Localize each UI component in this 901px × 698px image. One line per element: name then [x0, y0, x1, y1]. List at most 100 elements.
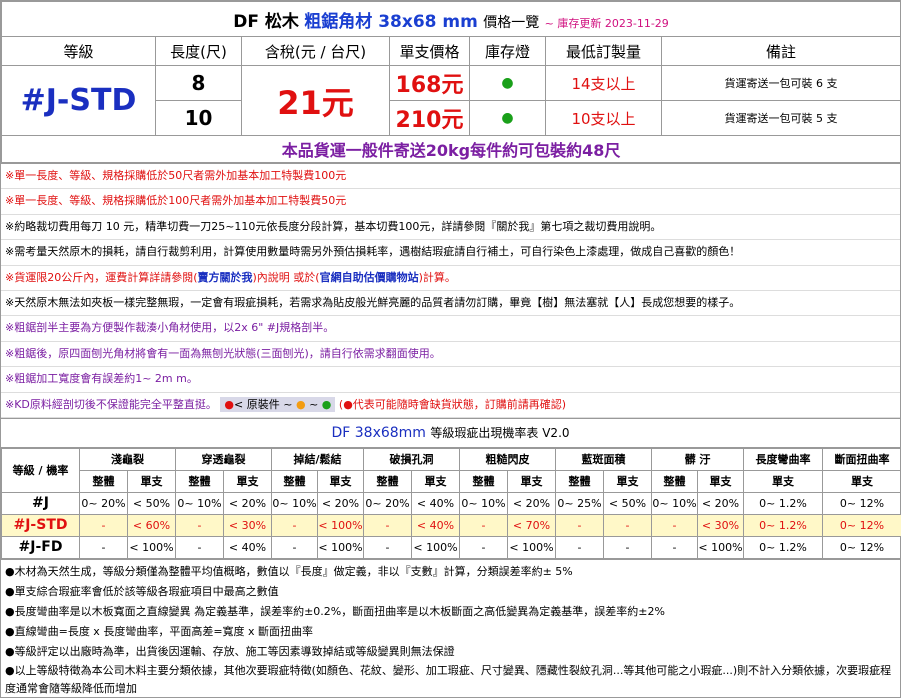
note-item: ※粗鋸剖半主要為方便製作裁湊小角材使用，以2x 6" #J規格剖半。 [1, 316, 900, 342]
stock-indicator-icon: ● [469, 100, 546, 136]
note-item: ※單一長度、等級、規格採購低於50尺者需外加基本加工特製費100元 [1, 164, 900, 190]
sub-header: 單支 [697, 469, 744, 493]
sub-header: 整體 [271, 469, 318, 493]
note-item: ※KD原料經剖切後不保證能完全平整直挺。 ●< 原裝件 ~ ● ~ ● (●代表… [1, 393, 900, 418]
header-length: 長度(尺) [155, 36, 242, 66]
defect-value: - [555, 535, 604, 559]
defect-category: 長度彎曲率 [743, 447, 823, 471]
defect-value: < 50% [603, 491, 652, 515]
red-dot-icon: ● [224, 397, 235, 411]
title-suffix: 價格一覽 [483, 14, 540, 31]
title-prefix: DF 松木 [233, 11, 299, 32]
sub-header: 單支 [223, 469, 272, 493]
sub-header: 整體 [459, 469, 508, 493]
defect-value: - [459, 513, 508, 537]
defect-value: < 20% [507, 491, 556, 515]
sub-header: 單支 [317, 469, 364, 493]
defect-value: - [555, 513, 604, 537]
header-grade: 等級 [1, 36, 156, 66]
red-dot-icon: ● [343, 397, 353, 411]
defect-category: 髒 汙 [651, 447, 744, 471]
footer-note: ●等級評定以出廠時為準，出貨後因運輸、存放、施工等因素導致掉結或等級變異則無法保… [5, 644, 455, 658]
sub-header: 整體 [363, 469, 412, 493]
defect-value: < 60% [127, 513, 176, 537]
defect-value: - [79, 513, 128, 537]
note-item: ※天然原木無法如夾板一樣完整無瑕，一定會有瑕疵損耗，若需求為貼皮般光鮮亮麗的品質… [1, 291, 900, 317]
sub-header: 整體 [79, 469, 128, 493]
defect-value: < 100% [317, 535, 364, 559]
sub-header: 整體 [555, 469, 604, 493]
update-date: ~ 庫存更新 2023-11-29 [544, 16, 669, 30]
header-min-qty: 最低訂製量 [545, 36, 662, 66]
defect-value: < 30% [697, 513, 744, 537]
note-item: ※粗鋸加工寬度會有誤差約1~ 2m m。 [1, 367, 900, 393]
defect-table-title: DF 38x68mm 等級瑕疵出現機率表 V2.0 [1, 417, 900, 448]
defect-value: - [175, 535, 224, 559]
header-remark: 備註 [660, 36, 901, 66]
sub-header: 單支 [743, 469, 823, 493]
defect-value: < 40% [411, 491, 460, 515]
grade-label: #J-FD [1, 535, 80, 559]
footer-note: ●直線彎曲=長度 x 長度彎曲率，平面高差=寬度 x 斷面扭曲率 [5, 624, 314, 638]
defect-value: - [651, 513, 698, 537]
defect-table: 等級 / 機率 淺龜裂 穿透龜裂 掉結/鬆結 破損孔洞 粗糙閃皮 藍斑面積 髒 … [1, 447, 901, 559]
page-title: DF 松木 粗鋸角材 38x68 mm 價格一覽 ~ 庫存更新 2023-11-… [0, 1, 901, 37]
defect-value: 0~ 20% [363, 491, 412, 515]
defect-row: #J 0~ 20% < 50% 0~ 10% < 20% 0~ 10% < 20% 0~ 20… [1, 491, 901, 515]
header-price-tax: 含稅(元 / 台尺) [241, 36, 390, 66]
sub-header: 整體 [175, 469, 224, 493]
note-item: ※需考量天然原木的損耗，請自行裁剪利用，計算使用數量時需另外預估損耗率，遇樹結瑕… [1, 240, 900, 266]
sub-header: 單支 [507, 469, 556, 493]
min-qty-cell: 10支以上 [545, 100, 662, 136]
sub-header: 單支 [603, 469, 652, 493]
defect-category: 掉結/鬆結 [271, 447, 364, 471]
grade-label: #J [1, 491, 80, 515]
sub-header: 單支 [127, 469, 176, 493]
defect-value: < 40% [411, 513, 460, 537]
defect-value: 0~ 12% [822, 513, 901, 537]
defect-value: - [271, 513, 318, 537]
official-shop-link[interactable]: 官網自助估價購物站 [320, 271, 419, 284]
header-unit-price: 單支價格 [389, 36, 470, 66]
defect-value: - [175, 513, 224, 537]
price-per-unit: 21元 [241, 65, 390, 136]
length-cell: 10 [155, 100, 242, 136]
defect-category: 淺龜裂 [79, 447, 176, 471]
defect-value: - [79, 535, 128, 559]
remark-cell: 貨運寄送一包可裝 6 支 [660, 65, 901, 101]
defect-value: < 40% [223, 535, 272, 559]
defect-value: 0~ 10% [459, 491, 508, 515]
min-qty-cell: 14支以上 [545, 65, 662, 101]
corner-header: 等級 / 機率 [1, 447, 80, 493]
defect-value: - [363, 535, 412, 559]
defect-value: < 70% [507, 513, 556, 537]
defect-value: - [603, 535, 652, 559]
defect-category: 斷面扭曲率 [822, 447, 901, 471]
footer-note: ●長度彎曲率是以木板寬面之直線變異 為定義基準，誤差率約±0.2%，斷面扭曲率是… [5, 604, 665, 618]
length-cell: 8 [155, 65, 242, 101]
grade-label: #J-STD [1, 513, 80, 537]
defect-value: < 30% [223, 513, 272, 537]
defect-value: < 100% [127, 535, 176, 559]
about-seller-link[interactable]: 賣方關於我 [198, 271, 253, 284]
defect-value: 0~ 1.2% [743, 513, 823, 537]
note-item: ※約略裁切費用每刀 10 元，精準切費一刀25~110元依長度分段計算，基本切費… [1, 215, 900, 241]
defect-value: 0~ 12% [822, 535, 901, 559]
defect-category: 穿透龜裂 [175, 447, 272, 471]
defect-value: 0~ 10% [271, 491, 318, 515]
defect-value: < 20% [317, 491, 364, 515]
price-page: DF 松木 粗鋸角材 38x68 mm 價格一覽 ~ 庫存更新 2023-11-… [0, 0, 901, 698]
defect-category: 破損孔洞 [363, 447, 460, 471]
unit-price-cell: 168元 [389, 65, 470, 101]
sub-header: 單支 [822, 469, 901, 493]
defect-value: - [363, 513, 412, 537]
defect-value: 0~ 20% [79, 491, 128, 515]
defect-value: < 100% [317, 513, 364, 537]
price-table: DF 松木 粗鋸角材 38x68 mm 價格一覽 ~ 庫存更新 2023-11-… [0, 1, 901, 163]
sub-header: 整體 [651, 469, 698, 493]
defect-category: 藍斑面積 [555, 447, 652, 471]
remark-cell: 貨運寄送一包可裝 5 支 [660, 100, 901, 136]
defect-value: < 20% [223, 491, 272, 515]
shipping-note: 本品貨運一般件寄送20kg每件約可包裝約48尺 [0, 135, 901, 163]
stock-legend: ●< 原裝件 ~ ● ~ ● [220, 396, 336, 412]
